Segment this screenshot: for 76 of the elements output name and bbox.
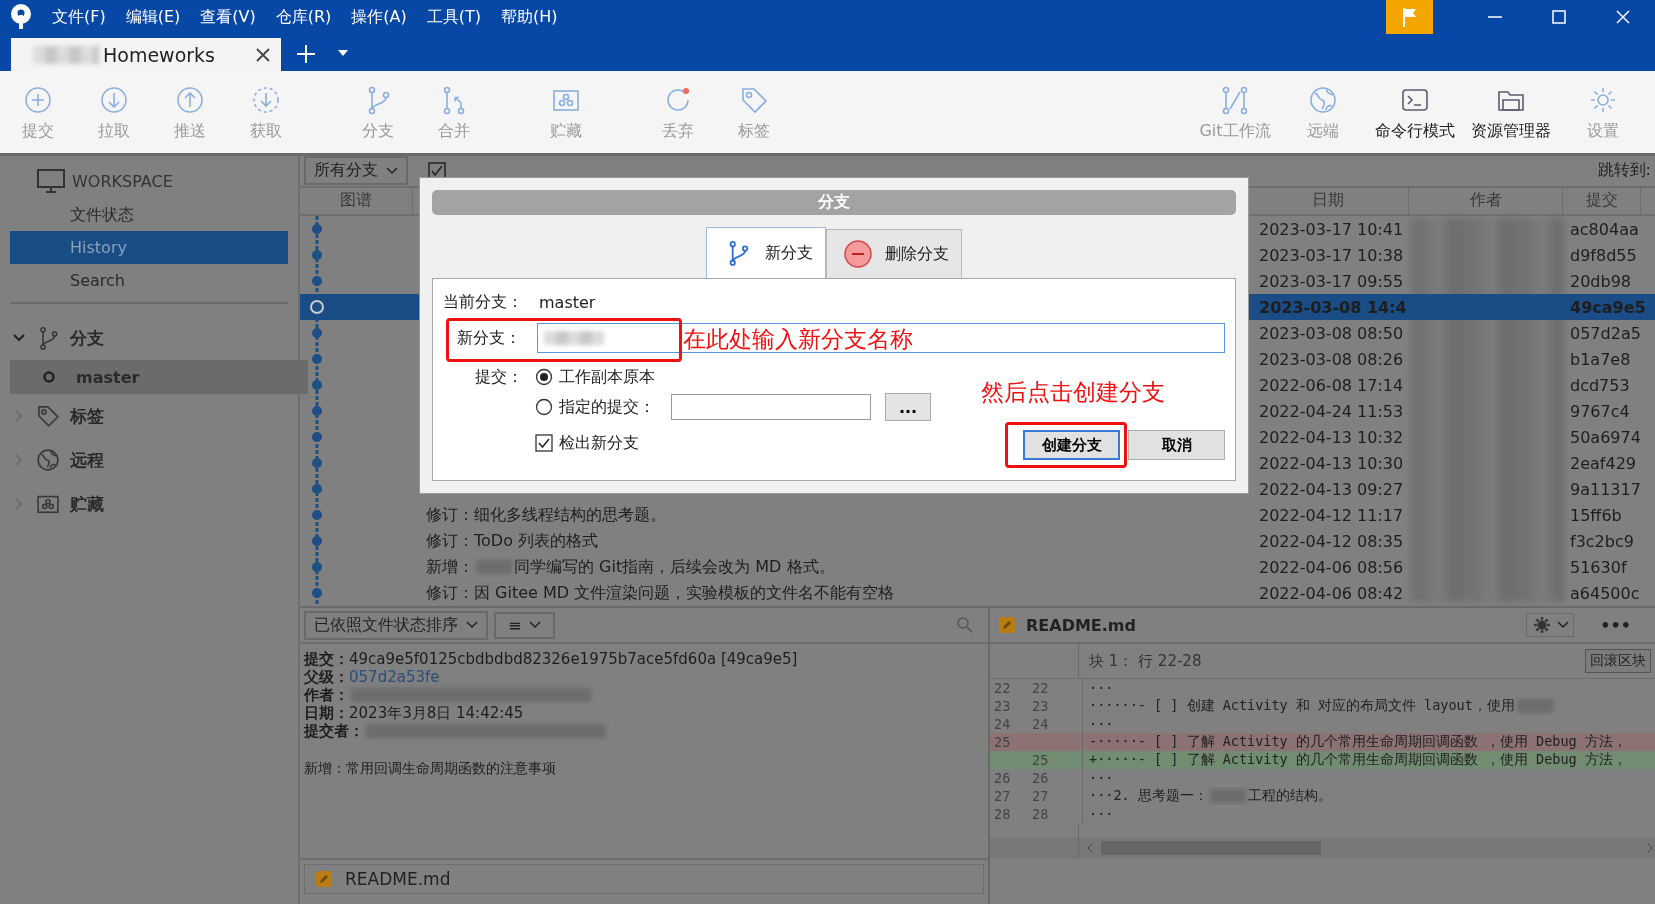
commit-date: 2022-06-08 17:14 <box>1259 375 1404 395</box>
field-label: 当前分支： <box>443 291 523 313</box>
field-label: 新分支： <box>456 327 522 349</box>
commit-hash: 20db98 <box>1570 271 1632 291</box>
code-line: +·····- [ ] 了解 Activity 的几个常用生命周期回调函数 ，使用 Debug 方法， <box>1089 751 1627 769</box>
commit-hash: ac804aa <box>1570 219 1639 239</box>
commit-message: 修订：因 Gitee MD 文件渲染问题，实验模板的文件名不能有空格 <box>426 582 895 604</box>
code-line: ··· <box>1089 806 1114 822</box>
field-value: 49ca9e5f0125cbdbdbd82326e1975b7ace5fd60a [49ca9e5] <box>349 650 798 668</box>
line-number: 23 <box>993 698 1012 714</box>
commit-message: 新增：常用回调生命周期函数的注意事项 <box>304 760 557 778</box>
commit-date: 2022-04-13 10:32 <box>1259 427 1404 447</box>
current-branch-name: master <box>539 292 596 312</box>
code-line: 工程的结构。 <box>1247 787 1332 805</box>
line-number: 26 <box>1028 769 1083 787</box>
commit-message: 同学编写的 Git指南，后续会改为 MD 格式。 <box>514 556 835 578</box>
line-number: 22 <box>993 680 1012 696</box>
file-name: README.md <box>1026 615 1136 635</box>
commit-date: 2022-04-13 10:30 <box>1259 453 1404 473</box>
commit-hash: 50a6974 <box>1570 427 1641 447</box>
line-number: 25 <box>993 734 1012 750</box>
commit-hash: 15ff6b <box>1570 505 1622 525</box>
commit-message: 修订：ToDo 列表的格式 <box>426 530 599 552</box>
commit-hash: 9a11317 <box>1570 479 1641 499</box>
field-label: 作者： <box>304 685 349 705</box>
annotation-text: 在此处输入新分支名称 <box>683 325 913 354</box>
field-label: 父级： <box>304 667 349 687</box>
line-number: 26 <box>993 770 1012 786</box>
line-number: 24 <box>993 716 1012 732</box>
commit-date: 2022-04-06 08:42 <box>1259 583 1404 603</box>
commit-date: 2023-03-08 08:26 <box>1259 349 1404 369</box>
hunk-header: 块 1： 行 22-28 <box>1089 651 1202 671</box>
commit-hash: 057d2a5 <box>1570 323 1641 343</box>
jump-to-label: 跳转到: <box>1597 160 1651 182</box>
line-number: 22 <box>1028 679 1083 697</box>
commit-message: 修订：细化多线程结构的思考题。 <box>426 504 666 526</box>
field-label: 提交： <box>474 366 523 388</box>
commit-hash: d9f8d55 <box>1570 245 1637 265</box>
commit-date: 2022-04-24 11:53 <box>1259 401 1404 421</box>
code-line: ··· <box>1089 680 1114 696</box>
commit-date: 2023-03-17 10:41 <box>1259 219 1404 239</box>
code-line: -·····- [ ] 了解 Activity 的几个常用生命周期回调函数 ，使用 Debug 方法， <box>1089 733 1627 751</box>
commit-hash: 51630f <box>1570 557 1627 577</box>
commit-hash: 2eaf429 <box>1570 453 1636 473</box>
commit-date: 2023-03-08 14:4 <box>1259 297 1407 317</box>
code-line: ··· <box>1089 716 1114 732</box>
line-number: 23 <box>1028 697 1083 715</box>
commit-date: 2023-03-08 08:50 <box>1259 323 1404 343</box>
commit-date: 2022-04-06 08:56 <box>1259 557 1404 577</box>
commit-date: 2022-04-12 11:17 <box>1259 505 1404 525</box>
commit-hash: a64500c <box>1570 583 1640 603</box>
line-number: 25 <box>1028 751 1083 769</box>
commit-date: 2022-04-13 09:27 <box>1259 479 1404 499</box>
field-label: 提交者： <box>304 721 364 741</box>
commit-message: 新增： <box>426 556 474 578</box>
code-line: ··· <box>1089 770 1114 786</box>
field-label: 提交： <box>304 649 349 669</box>
line-number: 27 <box>993 788 1012 804</box>
field-label: 日期： <box>304 703 349 723</box>
line-number: 28 <box>1028 805 1083 823</box>
line-number: 28 <box>993 806 1012 822</box>
commit-date: 2022-04-12 08:35 <box>1259 531 1404 551</box>
dialog-title: 分支 <box>432 190 1236 215</box>
commit-hash: b1a7e8 <box>1570 349 1631 369</box>
field-value: 2023年3月8日 14:42:45 <box>349 703 524 723</box>
commit-hash: dcd753 <box>1570 375 1630 395</box>
code-line: ······- [ ] 创建 Activity 和 对应的布局文件 layout，使用 <box>1089 697 1515 715</box>
commit-date: 2023-03-17 10:38 <box>1259 245 1404 265</box>
code-line: ···2. 思考题一： <box>1089 787 1208 805</box>
commit-hash: f3c2bc9 <box>1570 531 1634 551</box>
section-title: WORKSPACE <box>72 171 173 191</box>
line-number: 27 <box>1028 787 1083 805</box>
commit-hash: 49ca9e5 <box>1570 297 1646 317</box>
commit-hash: 9767c4 <box>1570 401 1630 421</box>
annotation-text: 然后点击创建分支 <box>981 378 1165 407</box>
commit-date: 2023-03-17 09:55 <box>1259 271 1404 291</box>
